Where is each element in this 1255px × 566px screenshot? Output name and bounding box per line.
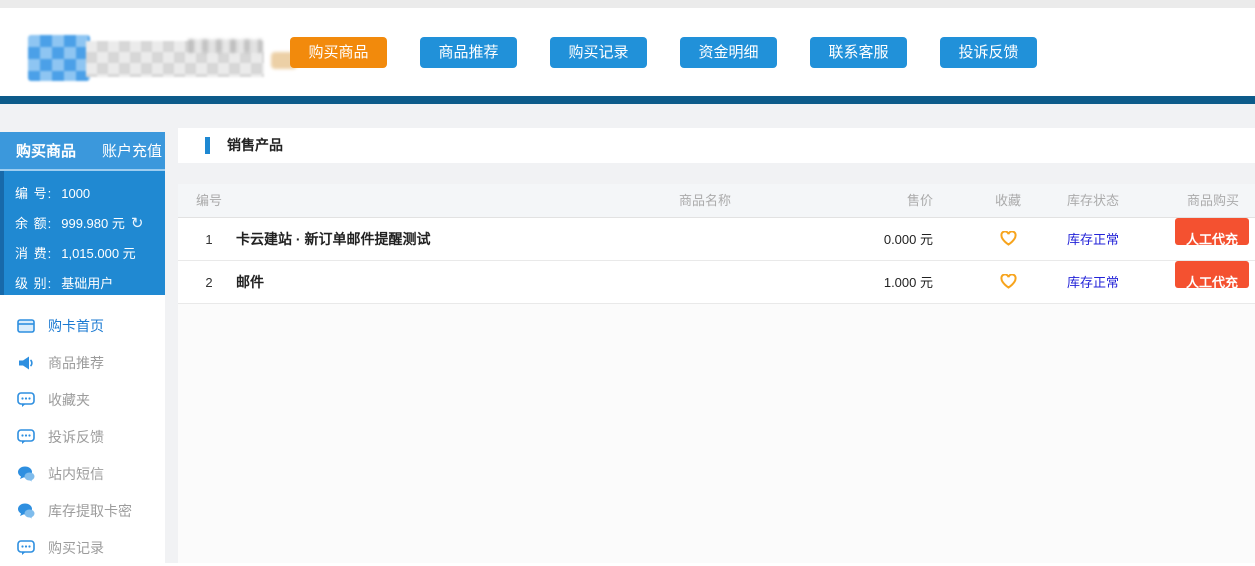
sidebar-item-label: 站内短信 xyxy=(48,464,104,484)
manual-recharge-button[interactable]: 人工代充 xyxy=(1175,261,1249,288)
products-table: 编号 商品名称 售价 收藏 库存状态 商品购买 1 卡云建站 · 新订单邮件提醒… xyxy=(178,184,1255,563)
sidebar-item-label: 收藏夹 xyxy=(48,390,90,410)
sidebar-item-purchase-history[interactable]: 购买记录 xyxy=(0,529,165,566)
sidebar-tabs: 购买商品 账户充值 xyxy=(0,132,165,171)
stock-status-link[interactable]: 库存正常 xyxy=(1067,232,1119,247)
account-spent-value: 1,015.000 元 xyxy=(61,246,135,261)
table-row: 1 卡云建站 · 新订单邮件提醒测试 0.000 元 库存正常 人工代充 xyxy=(178,218,1255,261)
product-id: 1 xyxy=(196,218,222,261)
sidebar-item-stock-card-codes[interactable]: 库存提取卡密 xyxy=(0,492,165,529)
account-id-row: 编 号: 1000 xyxy=(15,179,165,209)
product-price: 0.000 元 xyxy=(768,218,933,261)
refresh-balance-icon[interactable]: ↻ xyxy=(131,209,144,239)
account-id-label: 编 号: xyxy=(15,179,52,209)
window-icon xyxy=(17,318,35,334)
nav-buy-products-button[interactable]: 购买商品 xyxy=(290,37,387,68)
table-header-row: 编号 商品名称 售价 收藏 库存状态 商品购买 xyxy=(178,184,1255,218)
sidebar-item-label: 商品推荐 xyxy=(48,353,104,373)
chat-dots-icon xyxy=(17,392,35,408)
nav-product-recommend-button[interactable]: 商品推荐 xyxy=(420,37,517,68)
account-balance-label: 余 额: xyxy=(15,209,52,239)
sidebar-item-label: 库存提取卡密 xyxy=(48,501,132,521)
title-accent-bar xyxy=(205,137,210,154)
col-header-favorite: 收藏 xyxy=(973,184,1043,218)
col-header-id: 编号 xyxy=(196,184,222,218)
sidebar-account-panel: 购买商品 账户充值 编 号: 1000 余 额: 999.980 元 ↻ 消 费: 1,… xyxy=(0,132,165,295)
tab-buy-products[interactable]: 购买商品 xyxy=(16,140,76,161)
page-title: 销售产品 xyxy=(227,128,283,163)
account-balance-value: 999.980 元 xyxy=(61,216,125,231)
megaphone-icon xyxy=(17,355,35,371)
account-spent-label: 消 费: xyxy=(15,239,52,269)
logo-text-blurred-detail xyxy=(188,39,262,53)
sidebar-item-site-messages[interactable]: 站内短信 xyxy=(0,455,165,492)
product-price: 1.000 元 xyxy=(768,261,933,304)
sidebar-item-product-recommend[interactable]: 商品推荐 xyxy=(0,344,165,381)
chat-double-icon xyxy=(17,503,35,519)
account-id-value: 1000 xyxy=(61,186,90,201)
account-spent-row: 消 费: 1,015.000 元 xyxy=(15,239,165,269)
col-header-stock: 库存状态 xyxy=(1048,184,1138,218)
sidebar-item-favorites[interactable]: 收藏夹 xyxy=(0,381,165,418)
stock-status-link[interactable]: 库存正常 xyxy=(1067,275,1119,290)
product-name: 卡云建站 · 新订单邮件提醒测试 xyxy=(236,218,430,261)
product-id: 2 xyxy=(196,261,222,304)
logo-mark-blurred xyxy=(28,35,90,81)
sidebar-item-label: 投诉反馈 xyxy=(48,427,104,447)
account-level-value: 基础用户 xyxy=(61,276,113,291)
account-balance-row: 余 额: 999.980 元 ↻ xyxy=(15,209,165,239)
nav-contact-support-button[interactable]: 联系客服 xyxy=(810,37,907,68)
sidebar-item-label: 购买记录 xyxy=(48,538,104,558)
top-strip xyxy=(0,0,1255,8)
manual-recharge-button[interactable]: 人工代充 xyxy=(1175,218,1249,245)
header-divider-bar xyxy=(0,96,1255,104)
product-name: 邮件 xyxy=(236,261,264,304)
sidebar-item-complaint-feedback[interactable]: 投诉反馈 xyxy=(0,418,165,455)
col-header-buy: 商品购买 xyxy=(1163,184,1255,218)
chat-dots-icon xyxy=(17,540,35,556)
chat-dots-icon xyxy=(17,429,35,445)
top-nav: 购买商品 商品推荐 购买记录 资金明细 联系客服 投诉反馈 xyxy=(290,37,1037,68)
nav-funds-detail-button[interactable]: 资金明细 xyxy=(680,37,777,68)
favorite-heart-icon[interactable] xyxy=(1000,231,1017,246)
table-row: 2 邮件 1.000 元 库存正常 人工代充 xyxy=(178,261,1255,304)
col-header-price: 售价 xyxy=(768,184,933,218)
tab-account-recharge[interactable]: 账户充值 xyxy=(102,140,162,161)
nav-purchase-history-button[interactable]: 购买记录 xyxy=(550,37,647,68)
nav-complaint-feedback-button[interactable]: 投诉反馈 xyxy=(940,37,1037,68)
sidebar-item-label: 购卡首页 xyxy=(48,316,104,336)
favorite-heart-icon[interactable] xyxy=(1000,274,1017,289)
sidebar-menu: 购卡首页 商品推荐 收藏夹 投诉反馈 站内短信 xyxy=(0,295,165,563)
logo-pixelated xyxy=(28,33,268,81)
chat-double-icon xyxy=(17,466,35,482)
account-info: 编 号:1000 余 额:999.980 元↻ 消 费:1,015.000 元 … xyxy=(0,171,165,299)
section-header: 销售产品 xyxy=(178,128,1255,163)
sidebar-item-card-home[interactable]: 购卡首页 xyxy=(0,307,165,344)
